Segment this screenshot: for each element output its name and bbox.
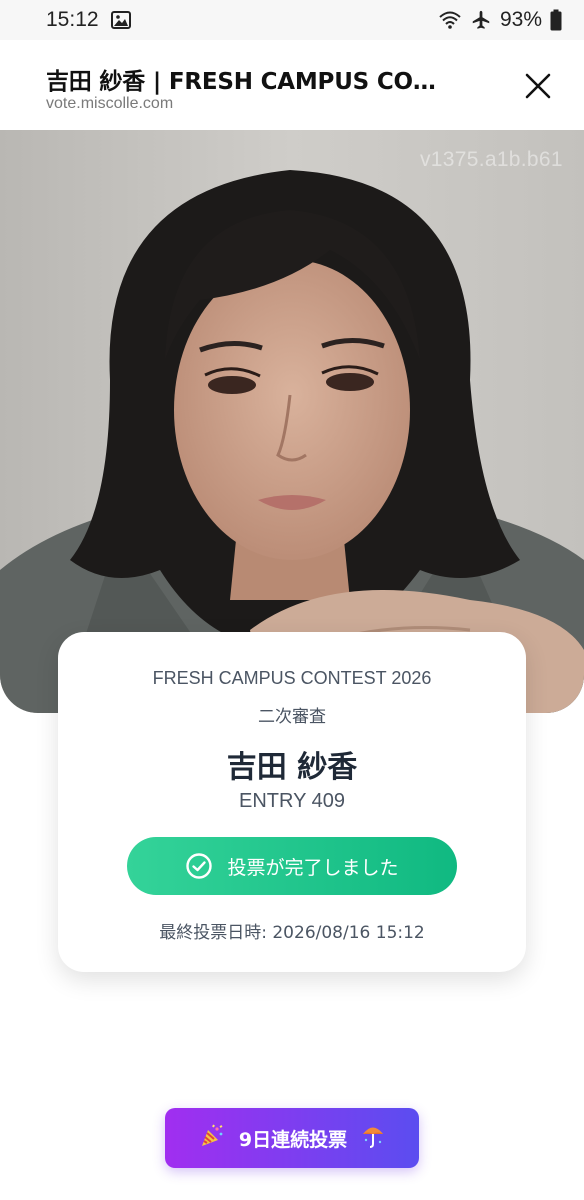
image-icon [110, 11, 131, 29]
check-circle-icon [186, 853, 213, 879]
entrant-name: 吉田 紗香 [226, 750, 358, 785]
battery-icon [550, 9, 562, 31]
page-title: 吉田 紗香 | FRESH CAMPUS CO… [46, 69, 436, 95]
watermark-top: v1375.a1b.b61 [420, 148, 563, 171]
watermark-bottom: v1375.a1b.b61 [72, 636, 215, 659]
browser-header: 吉田 紗香 | FRESH CAMPUS CO… vote.miscolle.c… [0, 40, 584, 130]
vote-complete-button[interactable]: 投票が完了しました [127, 837, 457, 895]
vote-complete-label: 投票が完了しました [227, 856, 399, 879]
stage-label: 二次審査 [258, 707, 326, 727]
party-icon [199, 1123, 225, 1154]
streak-vote-button[interactable]: 9日連続投票 [165, 1108, 419, 1168]
streak-label: 9日連続投票 [238, 1128, 348, 1151]
battery-percent: 93% [499, 8, 542, 31]
status-bar: 15:12 93% [0, 0, 584, 40]
close-button[interactable] [518, 66, 558, 106]
airplane-icon [470, 9, 492, 31]
wifi-icon [438, 10, 462, 30]
last-vote-time: 最終投票日時: 2026/08/16 15:12 [159, 923, 425, 943]
entrant-card: FRESH CAMPUS CONTEST 2026 二次審査 吉田 紗香 ENT… [58, 632, 526, 972]
close-icon [525, 73, 551, 99]
entrant-photo [0, 130, 584, 713]
entry-number: ENTRY 409 [239, 790, 345, 812]
contest-name: FRESH CAMPUS CONTEST 2026 [152, 668, 432, 688]
page-url: vote.miscolle.com [46, 95, 174, 112]
status-time: 15:12 [46, 8, 99, 31]
umbrella-icon [361, 1123, 385, 1154]
